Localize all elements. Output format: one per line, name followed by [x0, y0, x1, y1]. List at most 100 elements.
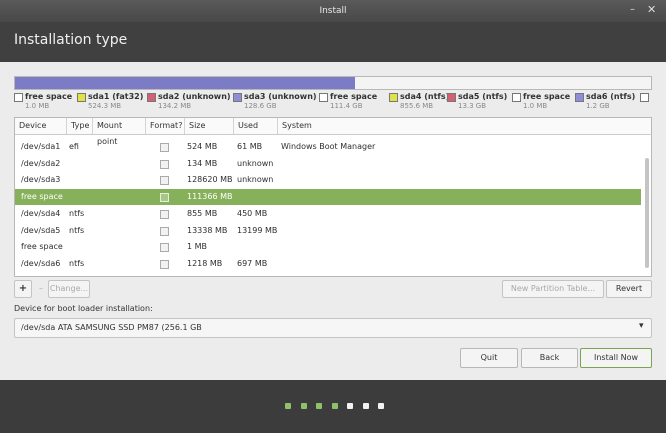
- device-cell: /dev/sda1: [21, 142, 61, 151]
- legend-name: sda6 (ntfs): [586, 92, 636, 101]
- progress-step-dot: [300, 403, 307, 409]
- device-cell: free space: [21, 192, 63, 202]
- table-row[interactable]: free space 1 MB: [15, 239, 641, 255]
- bootloader-device-select[interactable]: /dev/sda ATA SAMSUNG SSD PM87 (256.1 GB …: [14, 318, 652, 338]
- format-checkbox[interactable]: [160, 193, 169, 203]
- change-partition-button[interactable]: Change...: [48, 280, 90, 298]
- column-size[interactable]: Size: [185, 118, 234, 134]
- table-row[interactable]: /dev/sda5 ntfs 13338 MB 13199 MB: [15, 223, 641, 239]
- install-now-button[interactable]: Install Now: [580, 348, 652, 368]
- used-cell: 450 MB: [237, 208, 268, 218]
- size-cell: 855 MB: [187, 208, 218, 218]
- table-row[interactable]: free space 111366 MB: [15, 189, 641, 206]
- type-cell: efi: [69, 142, 79, 151]
- legend-swatch: [147, 93, 156, 102]
- add-partition-button[interactable]: +: [14, 280, 32, 298]
- device-cell: free space: [21, 242, 63, 252]
- legend-swatch: [575, 93, 584, 102]
- close-icon[interactable]: ✕: [647, 3, 656, 16]
- size-cell: 13338 MB: [187, 225, 228, 235]
- main-content: free space 1.0 MB sda1 (fat32) 524.3 MB sda2…: [0, 62, 666, 380]
- table-row[interactable]: /dev/sda2 134 MB unknown: [15, 156, 641, 172]
- table-row[interactable]: /dev/sda1 efi 524 MB 61 MB Windows Boot Mana…: [15, 139, 641, 155]
- used-cell: unknown: [237, 158, 274, 168]
- table-scrollbar[interactable]: [645, 158, 649, 268]
- format-checkbox[interactable]: [160, 243, 169, 253]
- used-cell: 61 MB: [237, 142, 263, 151]
- partition-table[interactable]: Device Type Mount point Format? Size Use…: [14, 117, 652, 277]
- device-cell: /dev/sda5: [21, 225, 61, 235]
- format-checkbox[interactable]: [160, 209, 169, 219]
- legend-size: 855.6 MB: [400, 102, 434, 110]
- new-partition-table-button[interactable]: New Partition Table...: [502, 280, 604, 298]
- legend-name: free space: [330, 92, 378, 101]
- system-cell: Windows Boot Manager: [281, 142, 376, 151]
- bootloader-device-value: /dev/sda ATA SAMSUNG SSD PM87 (256.1 GB: [21, 323, 202, 332]
- table-header: Device Type Mount point Format? Size Use…: [15, 118, 651, 146]
- column-system[interactable]: System: [278, 118, 651, 134]
- progress-step-dot: [347, 403, 353, 409]
- column-format[interactable]: Format?: [146, 118, 185, 134]
- legend-size: 524.3 MB: [88, 102, 122, 110]
- quit-button[interactable]: Quit: [460, 348, 518, 368]
- legend-name: sda1 (fat32): [88, 92, 144, 101]
- legend-name: free space: [25, 92, 73, 101]
- minimize-icon[interactable]: –: [630, 4, 635, 15]
- bootloader-label: Device for boot loader installation:: [14, 304, 153, 313]
- partition-bar-segment: [355, 77, 651, 89]
- progress-step-dot: [378, 403, 384, 409]
- legend-size: 134.2 MB: [158, 102, 192, 110]
- size-cell: 128620 MB: [187, 175, 233, 185]
- column-used[interactable]: Used: [234, 118, 278, 134]
- installer-window: Install – ✕ Installation type free space…: [0, 0, 666, 433]
- page-title: Installation type: [14, 32, 128, 48]
- size-cell: 1218 MB: [187, 258, 223, 268]
- used-cell: 697 MB: [237, 258, 268, 268]
- format-checkbox[interactable]: [160, 159, 169, 169]
- progress-step-dot: [331, 403, 338, 409]
- format-checkbox[interactable]: [160, 226, 169, 236]
- device-cell: /dev/sda3: [21, 175, 61, 185]
- size-cell: 1 MB: [187, 242, 208, 252]
- legend-name: free space: [523, 92, 571, 101]
- back-button[interactable]: Back: [521, 348, 578, 368]
- legend-size: 128.6 GB: [244, 102, 277, 110]
- legend-swatch: [14, 93, 23, 102]
- partition-legend: free space 1.0 MB sda1 (fat32) 524.3 MB sda2…: [14, 92, 650, 112]
- legend-size: 111.4 GB: [330, 102, 363, 110]
- table-row[interactable]: /dev/sda4 ntfs 855 MB 450 MB: [15, 206, 641, 222]
- title-bar: Install – ✕: [0, 0, 666, 22]
- column-mount-point[interactable]: Mount point: [93, 118, 146, 146]
- legend-size: 1.0 MB: [25, 102, 50, 110]
- used-cell: 13199 MB: [237, 225, 278, 235]
- format-checkbox[interactable]: [160, 143, 169, 152]
- window-title: Install: [319, 6, 347, 16]
- progress-step-dot: [285, 403, 291, 409]
- progress-footer: [0, 380, 666, 433]
- table-row[interactable]: /dev/sda3 128620 MB unknown: [15, 172, 641, 188]
- device-cell: /dev/sda6: [21, 258, 61, 268]
- device-cell: /dev/sda4: [21, 208, 61, 218]
- progress-step-dot: [362, 403, 369, 409]
- size-cell: 524 MB: [187, 142, 218, 151]
- legend-swatch: [319, 93, 328, 102]
- column-device[interactable]: Device: [15, 118, 67, 134]
- format-checkbox[interactable]: [160, 259, 169, 269]
- type-cell: ntfs: [69, 208, 85, 218]
- partition-bar-segment: [15, 77, 355, 89]
- progress-step-dot: [316, 403, 322, 409]
- legend-swatch: [512, 93, 521, 102]
- table-row[interactable]: /dev/sda6 ntfs 1218 MB 697 MB: [15, 256, 641, 272]
- revert-button[interactable]: Revert: [606, 280, 652, 298]
- legend-name: sda2 (unknown): [158, 92, 231, 101]
- legend-size: 1.2 GB: [586, 102, 610, 110]
- used-cell: unknown: [237, 175, 274, 185]
- legend-name: sda5 (ntfs): [458, 92, 508, 101]
- column-type[interactable]: Type: [67, 118, 93, 134]
- device-cell: /dev/sda2: [21, 158, 61, 168]
- size-cell: 134 MB: [187, 158, 218, 168]
- legend-swatch: [640, 93, 649, 102]
- format-checkbox[interactable]: [160, 176, 169, 186]
- legend-swatch: [389, 93, 398, 102]
- legend-swatch: [233, 93, 242, 102]
